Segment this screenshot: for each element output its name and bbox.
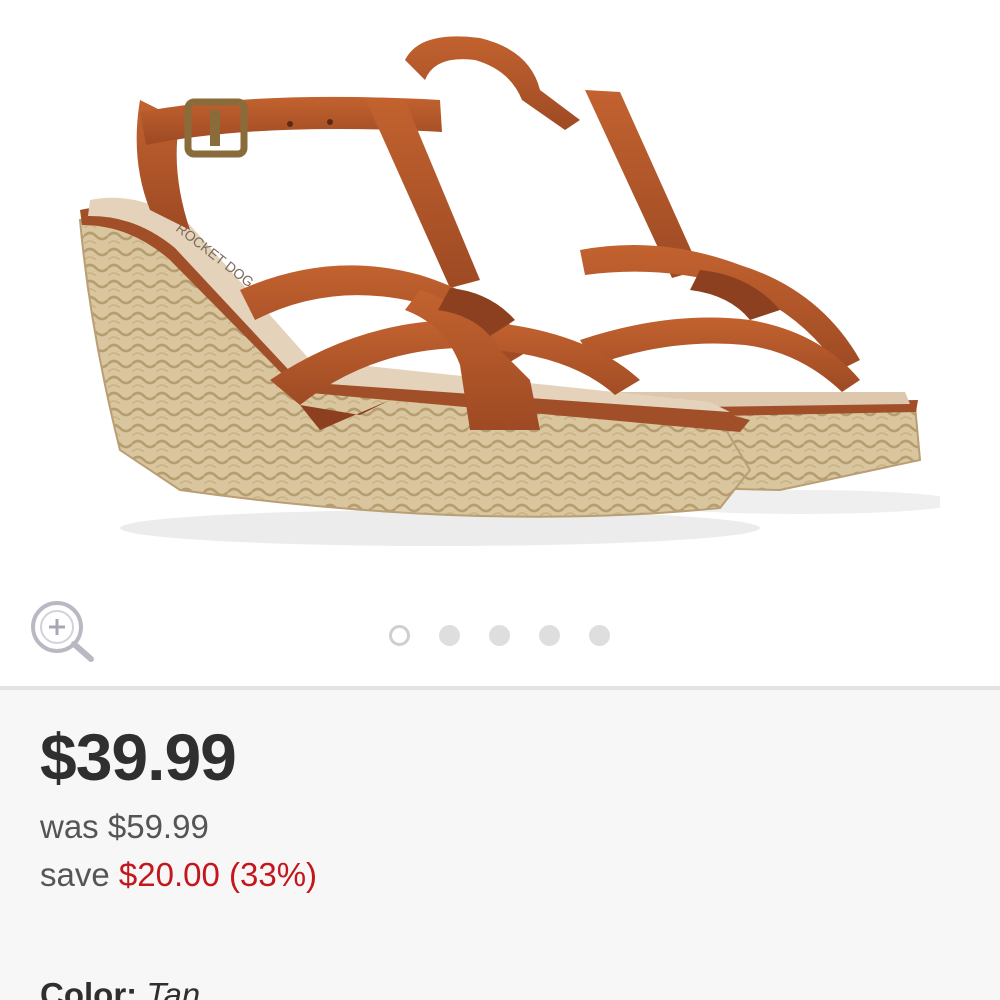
- save-amount: $20.00 (33%): [118, 856, 318, 893]
- color-value: Tan: [146, 976, 201, 1000]
- carousel-dot-4[interactable]: [539, 625, 560, 646]
- was-value: $59.99: [107, 808, 209, 845]
- color-label: Color:: [40, 976, 138, 1000]
- zoom-in-icon: [31, 601, 94, 662]
- zoom-button[interactable]: [28, 598, 98, 664]
- carousel-dot-2[interactable]: [439, 625, 460, 646]
- carousel-dot-5[interactable]: [589, 625, 610, 646]
- product-image[interactable]: ROCKET DOG: [60, 20, 940, 580]
- was-label: was: [40, 808, 99, 845]
- carousel-dot-3[interactable]: [489, 625, 510, 646]
- product-gallery[interactable]: ROCKET DOG: [0, 0, 1000, 688]
- product-page: ROCKET DOG $39.99 was $59.99 save $20.00…: [0, 0, 1000, 1000]
- color-selection: Color: Tan: [40, 978, 200, 1000]
- savings: save $20.00 (33%): [40, 858, 317, 891]
- was-price: was $59.99: [40, 810, 209, 843]
- price-panel: $39.99 was $59.99 save $20.00 (33%) Colo…: [0, 690, 1000, 1000]
- carousel-dots: [389, 625, 610, 646]
- carousel-dot-1[interactable]: [389, 625, 410, 646]
- current-price: $39.99: [40, 720, 237, 794]
- save-label: save: [40, 856, 110, 893]
